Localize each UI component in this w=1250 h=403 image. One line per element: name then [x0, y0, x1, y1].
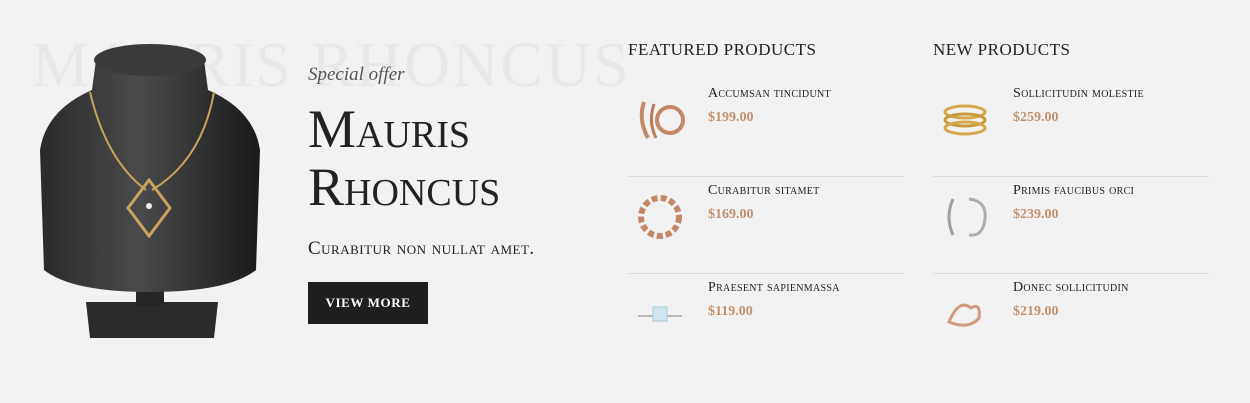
featured-products-heading: FEATURED PRODUCTS: [628, 40, 817, 59]
hero-title: Mauris Rhoncus: [308, 100, 588, 216]
product-item[interactable]: Praesent sapienmassa $119.00: [628, 274, 904, 370]
rose-gold-earrings-icon[interactable]: [634, 94, 686, 146]
product-name[interactable]: Sollicitudin molestie: [1013, 86, 1144, 102]
product-name[interactable]: Primis faucibus orci: [1013, 183, 1134, 199]
product-item[interactable]: Primis faucibus orci $239.00: [933, 177, 1209, 274]
rose-gold-chain-bracelet-icon[interactable]: [634, 191, 686, 243]
product-item[interactable]: Curabitur sitamet $169.00: [628, 177, 904, 274]
gold-stacked-ring-icon[interactable]: [939, 94, 991, 146]
diamond-ring-icon[interactable]: [634, 288, 686, 340]
special-offer-label: Special offer: [308, 64, 405, 85]
product-price: $199.00: [708, 110, 754, 125]
product-name[interactable]: Accumsan tincidunt: [708, 86, 831, 102]
new-products-list: Sollicitudin molestie $259.00 Primis fau…: [933, 80, 1209, 370]
product-item[interactable]: Sollicitudin molestie $259.00: [933, 80, 1209, 177]
new-products-column: NEW PRODUCTS Sollicitudin molestie $259.…: [933, 40, 1209, 370]
product-price: $259.00: [1013, 110, 1059, 125]
necklace-bust-icon[interactable]: [28, 30, 273, 360]
product-price: $169.00: [708, 207, 754, 222]
featured-products-list: Accumsan tincidunt $199.00 Curabitur sit…: [628, 80, 904, 370]
featured-products-column: FEATURED PRODUCTS Accumsan tincidunt $19…: [628, 40, 904, 370]
hero-title-line1: Mauris: [308, 99, 471, 159]
silver-hoop-earrings-icon[interactable]: [939, 191, 991, 243]
product-price: $119.00: [708, 304, 753, 319]
product-item[interactable]: Donec sollicitudin $219.00: [933, 274, 1209, 370]
hero-subtitle: Curabitur non nullat amet.: [308, 238, 535, 259]
product-price: $219.00: [1013, 304, 1059, 319]
product-item[interactable]: Accumsan tincidunt $199.00: [628, 80, 904, 177]
rose-gold-heart-ring-icon[interactable]: [939, 288, 991, 340]
product-name[interactable]: Curabitur sitamet: [708, 183, 820, 199]
new-products-heading: NEW PRODUCTS: [933, 40, 1071, 59]
product-name[interactable]: Praesent sapienmassa: [708, 280, 840, 296]
product-price: $239.00: [1013, 207, 1059, 222]
view-more-button[interactable]: VIEW MORE: [308, 282, 428, 324]
hero-title-line2: Rhoncus: [308, 157, 501, 217]
product-name[interactable]: Donec sollicitudin: [1013, 280, 1129, 296]
hero-text-block: Special offer Mauris Rhoncus Curabitur n…: [308, 64, 588, 260]
